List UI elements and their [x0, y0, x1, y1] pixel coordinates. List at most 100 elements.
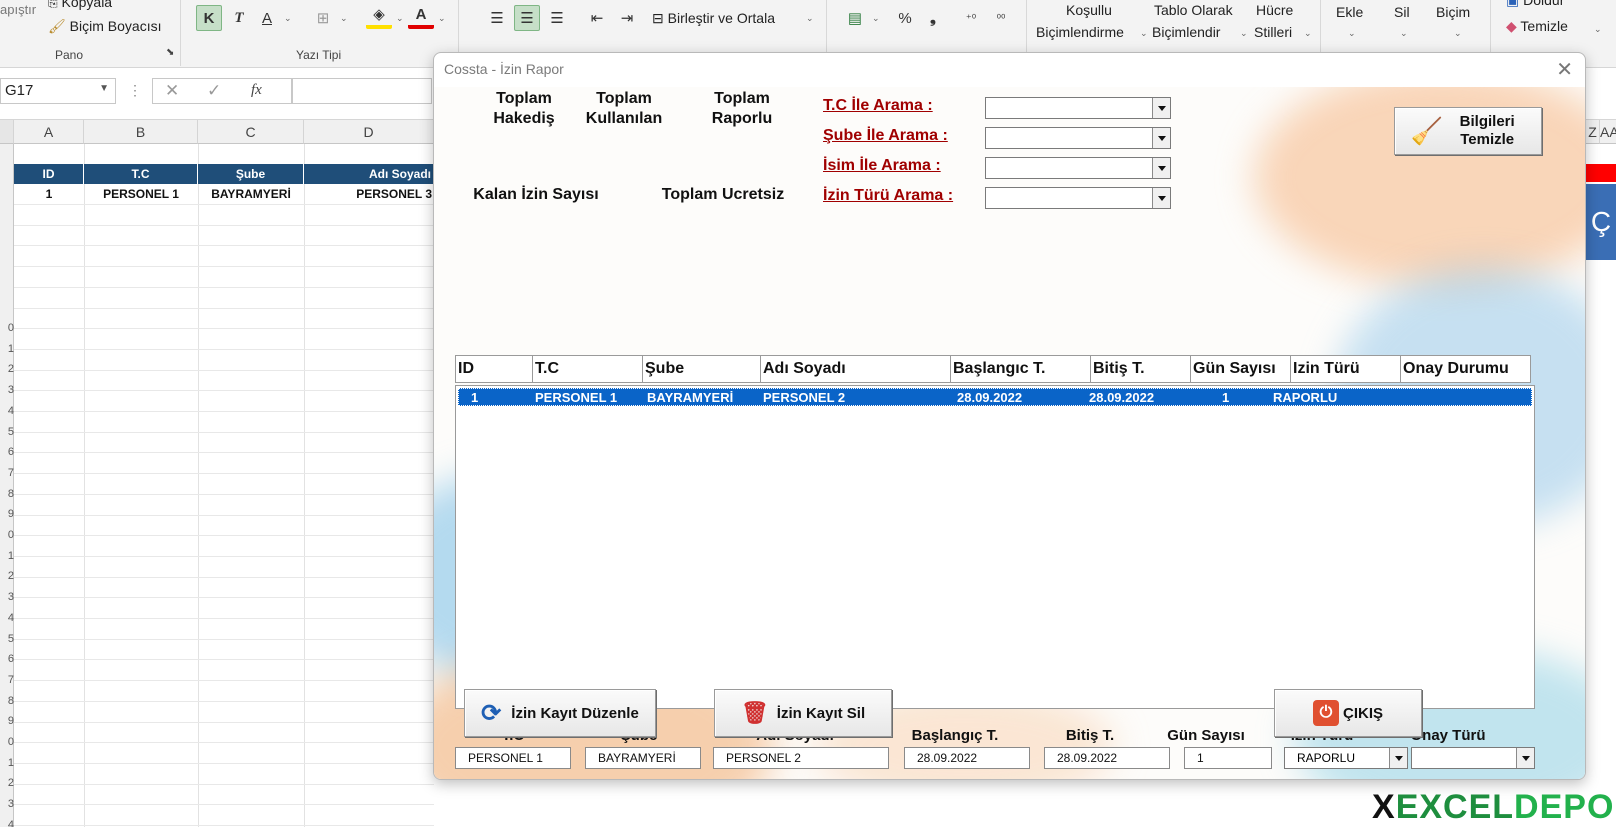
- merge-center-button[interactable]: ⊟ Birleştir ve Ortala: [652, 10, 775, 27]
- cancel-icon[interactable]: ✕: [165, 81, 179, 101]
- chevron-down-icon[interactable]: [1152, 188, 1170, 208]
- insert-button[interactable]: Ekle ⌄: [1336, 2, 1380, 44]
- fill-button[interactable]: ▣ Doldur: [1506, 0, 1564, 9]
- list-column-days[interactable]: Gün Sayısı: [1191, 355, 1291, 383]
- dialog-launcher-icon[interactable]: ⬊: [166, 47, 174, 58]
- tc-search-combo[interactable]: [985, 97, 1171, 119]
- data-cell-name[interactable]: PERSONEL 3: [304, 184, 434, 204]
- row-number[interactable]: 0: [0, 529, 14, 541]
- list-column-branch[interactable]: Şube: [643, 355, 761, 383]
- chevron-down-icon[interactable]: ⌄: [340, 13, 348, 24]
- chevron-down-icon[interactable]: [1152, 98, 1170, 118]
- sheet-shape-button[interactable]: Ç: [1586, 184, 1616, 260]
- chevron-down-icon[interactable]: ▼: [99, 83, 109, 94]
- name-search-combo[interactable]: [985, 157, 1171, 179]
- align-right-icon[interactable]: ☰: [544, 5, 570, 31]
- approval-combo[interactable]: [1411, 747, 1535, 769]
- header-cell-id[interactable]: ID: [14, 164, 84, 184]
- row-number[interactable]: 2: [0, 570, 14, 582]
- row-number[interactable]: 3: [0, 798, 14, 810]
- list-item[interactable]: 1 PERSONEL 1 BAYRAMYERİ PERSONEL 2 28.09…: [458, 388, 1532, 406]
- currency-icon[interactable]: ▤: [842, 5, 868, 31]
- row-number[interactable]: 7: [0, 467, 14, 479]
- increase-decimal-icon[interactable]: ⁺⁰: [958, 5, 984, 31]
- chevron-down-icon[interactable]: ⌄: [1594, 24, 1602, 35]
- row-number[interactable]: 0: [0, 322, 14, 334]
- row-number[interactable]: 5: [0, 633, 14, 645]
- row-number[interactable]: 4: [0, 819, 14, 827]
- chevron-down-icon[interactable]: ⌄: [806, 13, 814, 24]
- header-cell-branch[interactable]: Şube: [198, 164, 304, 184]
- column-header-a[interactable]: A: [14, 120, 84, 144]
- row-number[interactable]: 4: [0, 612, 14, 624]
- row-number[interactable]: 9: [0, 508, 14, 520]
- format-painter-button[interactable]: 🖌 Biçim Boyacısı: [48, 18, 161, 35]
- branch-search-combo[interactable]: [985, 127, 1171, 149]
- row-number[interactable]: 5: [0, 426, 14, 438]
- list-column-end[interactable]: Bitiş T.: [1091, 355, 1191, 383]
- delete-button[interactable]: Sil ⌄: [1394, 2, 1424, 44]
- borders-icon[interactable]: ⊞: [310, 5, 336, 31]
- align-left-icon[interactable]: ☰: [484, 5, 510, 31]
- leave-list[interactable]: 1 PERSONEL 1 BAYRAMYERİ PERSONEL 2 28.09…: [455, 385, 1535, 709]
- column-header-c[interactable]: C: [198, 120, 304, 144]
- formula-input[interactable]: [292, 78, 432, 104]
- edit-leave-button[interactable]: ⟳ İzin Kayıt Düzenle: [464, 689, 656, 737]
- list-column-approval[interactable]: Onay Durumu: [1401, 355, 1531, 383]
- align-center-icon[interactable]: ☰: [514, 5, 540, 31]
- chevron-down-icon[interactable]: ⌄: [438, 13, 446, 24]
- row-number[interactable]: 6: [0, 653, 14, 665]
- row-number[interactable]: 1: [0, 757, 14, 769]
- font-color-button[interactable]: A: [408, 3, 434, 29]
- clear-info-button[interactable]: 🧹 Bilgileri Temizle: [1394, 107, 1542, 155]
- data-cell-id[interactable]: 1: [14, 184, 84, 204]
- row-number[interactable]: 2: [0, 363, 14, 375]
- list-column-name[interactable]: Adı Soyadı: [761, 355, 951, 383]
- column-header-b[interactable]: B: [84, 120, 198, 144]
- end-date-field[interactable]: 28.09.2022: [1044, 747, 1170, 769]
- paste-label[interactable]: apıştır: [0, 2, 36, 17]
- row-number[interactable]: 2: [0, 777, 14, 789]
- name-field[interactable]: PERSONEL 2: [713, 747, 889, 769]
- select-all-corner[interactable]: [0, 120, 14, 144]
- data-cell-tc[interactable]: PERSONEL 1: [84, 184, 198, 204]
- data-cell-branch[interactable]: BAYRAMYERİ: [198, 184, 304, 204]
- increase-indent-icon[interactable]: ⇥: [614, 5, 640, 31]
- row-number[interactable]: 1: [0, 550, 14, 562]
- branch-field[interactable]: BAYRAMYERİ: [585, 747, 701, 769]
- format-button[interactable]: Biçim ⌄: [1436, 2, 1486, 44]
- row-number[interactable]: 1: [0, 343, 14, 355]
- leave-type-combo[interactable]: RAPORLU: [1284, 747, 1408, 769]
- row-number[interactable]: 3: [0, 384, 14, 396]
- decrease-indent-icon[interactable]: ⇤: [584, 5, 610, 31]
- chevron-down-icon[interactable]: [1389, 748, 1407, 768]
- days-field[interactable]: 1: [1184, 747, 1272, 769]
- chevron-down-icon[interactable]: ⌄: [872, 13, 880, 24]
- column-header-aa[interactable]: AA: [1600, 120, 1616, 144]
- conditional-formatting-button[interactable]: Koşullu Biçimlendirme ⌄: [1036, 2, 1152, 44]
- cell-styles-button[interactable]: Hücre Stilleri ⌄: [1254, 2, 1316, 44]
- percent-button[interactable]: %: [892, 5, 918, 31]
- header-cell-name[interactable]: Adı Soyadı: [304, 164, 434, 184]
- clear-button[interactable]: ◆ Temizle: [1506, 18, 1568, 35]
- list-column-type[interactable]: Izin Türü: [1291, 355, 1401, 383]
- row-number[interactable]: 6: [0, 446, 14, 458]
- chevron-down-icon[interactable]: ⌄: [396, 13, 404, 24]
- close-icon[interactable]: ✕: [1556, 57, 1573, 82]
- row-number[interactable]: 0: [0, 736, 14, 748]
- drag-handle-icon[interactable]: ⋮: [128, 82, 142, 99]
- delete-leave-button[interactable]: 🗑 İzin Kayıt Sil: [714, 689, 892, 737]
- exit-button[interactable]: ⏻ ÇIKIŞ: [1274, 689, 1422, 737]
- underline-button[interactable]: A: [254, 5, 280, 31]
- function-icon[interactable]: fx: [251, 82, 262, 99]
- chevron-down-icon[interactable]: [1152, 128, 1170, 148]
- row-number[interactable]: 8: [0, 488, 14, 500]
- comma-button[interactable]: ❟: [920, 5, 946, 31]
- header-cell-tc[interactable]: T.C: [84, 164, 198, 184]
- type-search-combo[interactable]: [985, 187, 1171, 209]
- bold-button[interactable]: K: [196, 5, 222, 31]
- row-number[interactable]: 4: [0, 405, 14, 417]
- chevron-down-icon[interactable]: [1152, 158, 1170, 178]
- italic-button[interactable]: T: [226, 5, 252, 31]
- row-number[interactable]: 8: [0, 695, 14, 707]
